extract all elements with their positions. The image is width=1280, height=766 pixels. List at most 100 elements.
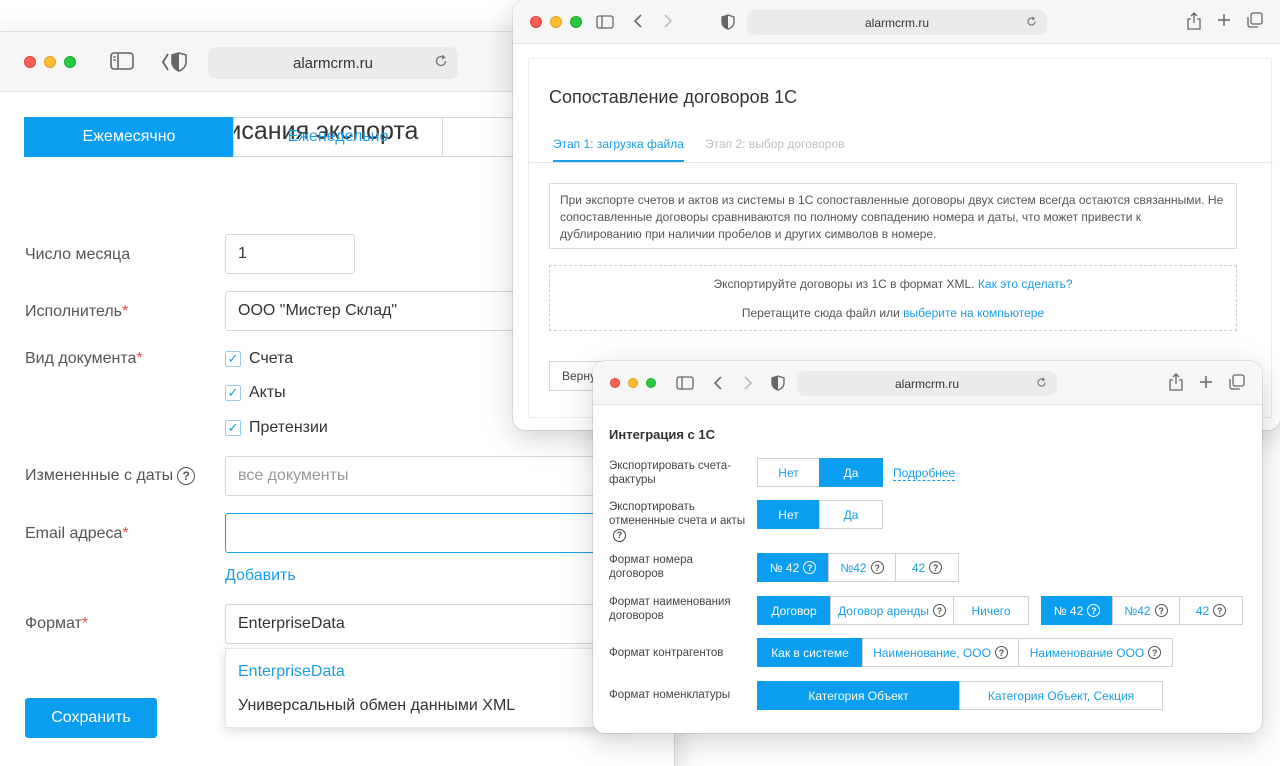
nomenclature-opt-category-object[interactable]: Категория Объект	[757, 681, 960, 710]
checkbox-checked-icon[interactable]: ✓	[225, 385, 241, 401]
help-icon[interactable]: ?	[994, 646, 1008, 659]
help-icon[interactable]: ?	[613, 528, 626, 542]
minimize-window-button[interactable]	[44, 55, 56, 68]
address-bar[interactable]: alarmcrm.ru	[208, 47, 458, 79]
help-icon[interactable]: ?	[177, 467, 196, 485]
forward-icon[interactable]	[743, 376, 753, 390]
help-icon[interactable]: ?	[1213, 604, 1227, 617]
reload-icon[interactable]	[1036, 377, 1047, 391]
tabs-overview-icon[interactable]	[1247, 12, 1263, 28]
panel-title: Сопоставление договоров 1С	[549, 87, 798, 107]
doc-type-label: Вид документа*	[25, 350, 143, 367]
share-icon[interactable]	[1187, 12, 1201, 30]
reload-icon[interactable]	[1026, 16, 1037, 30]
doc-type-invoices[interactable]: ✓ Счета	[225, 350, 293, 368]
invoices-yes[interactable]: Да	[819, 458, 883, 487]
share-icon[interactable]	[1169, 373, 1183, 391]
back-icon[interactable]	[633, 14, 643, 28]
tab-monthly[interactable]: Ежемесячно	[24, 117, 234, 157]
shield-icon[interactable]	[771, 375, 785, 391]
nomenclature-opt-category-object-section[interactable]: Категория Объект, Секция	[959, 681, 1163, 710]
info-box: При экспорте счетов и актов из системы в…	[549, 183, 1237, 249]
new-tab-icon[interactable]	[1217, 13, 1231, 27]
sidebar-icon[interactable]	[676, 376, 694, 390]
checkbox-checked-icon[interactable]: ✓	[225, 420, 241, 436]
close-window-button[interactable]	[610, 377, 620, 388]
email-label: Email адреса*	[25, 525, 129, 542]
required-mark: *	[122, 303, 129, 320]
email-input[interactable]	[225, 513, 645, 553]
help-icon[interactable]: ?	[803, 561, 817, 574]
drag-hint: Перетащите сюда файл или	[741, 306, 900, 320]
invoices-no[interactable]: Нет	[757, 458, 820, 487]
sidebar-icon[interactable]	[110, 52, 134, 70]
help-icon[interactable]: ?	[870, 561, 884, 574]
close-window-button[interactable]	[530, 15, 542, 28]
contract-name-number-options: № 42? №42? 42?	[1041, 596, 1243, 625]
export-hint: Экспортируйте договоры из 1С в формат XM…	[713, 277, 975, 291]
format-option-universal-xml[interactable]: Универсальный обмен данными XML	[226, 689, 624, 723]
help-icon[interactable]: ?	[1154, 604, 1168, 617]
sidebar-icon[interactable]	[596, 15, 614, 29]
minimize-window-button[interactable]	[550, 15, 562, 28]
help-icon[interactable]: ?	[1148, 646, 1162, 659]
url-text: alarmcrm.ru	[292, 54, 373, 72]
contract-number-opt-2[interactable]: №42?	[828, 553, 896, 582]
format-option-enterprisedata[interactable]: EnterpriseData	[226, 655, 624, 689]
shield-icon[interactable]	[721, 14, 735, 30]
forward-icon[interactable]	[663, 14, 673, 28]
zoom-window-button[interactable]	[646, 377, 656, 388]
contract-name-number-opt-2[interactable]: №42?	[1112, 596, 1180, 625]
tabs-overview-icon[interactable]	[1229, 374, 1245, 390]
minimize-window-button[interactable]	[628, 377, 638, 388]
counterparty-opt-name-comma[interactable]: Наименование, ООО?	[862, 638, 1019, 667]
url-text: alarmcrm.ru	[894, 376, 959, 391]
tab-step-1[interactable]: Этап 1: загрузка файла	[553, 137, 684, 162]
contract-name-opt-lease[interactable]: Договор аренды?	[830, 596, 954, 625]
back-icon[interactable]	[713, 376, 723, 390]
contract-name-opt-none[interactable]: Ничего	[953, 596, 1029, 625]
how-to-link[interactable]: Как это сделать?	[978, 277, 1073, 291]
tab-weekly[interactable]: Еженедельно	[233, 117, 443, 157]
counterparty-label: Формат контрагентов	[609, 647, 724, 659]
contract-number-opt-3[interactable]: 42?	[895, 553, 959, 582]
more-info-link[interactable]: Подробнее	[893, 466, 956, 481]
cancelled-label: Экспортировать отмененные счета и акты?	[609, 501, 746, 542]
counterparty-opt-name[interactable]: Наименование ООО?	[1018, 638, 1173, 667]
file-drop-zone[interactable]: Экспортируйте договоры из 1С в формат XM…	[549, 265, 1237, 331]
window-titlebar: alarmcrm.ru	[513, 0, 1280, 44]
cancelled-yes[interactable]: Да	[819, 500, 883, 529]
address-bar[interactable]: alarmcrm.ru	[797, 371, 1057, 396]
contract-number-opt-1[interactable]: № 42?	[757, 553, 829, 582]
day-input[interactable]: 1	[225, 234, 355, 274]
zoom-window-button[interactable]	[570, 15, 582, 28]
doc-type-claims[interactable]: ✓ Претензии	[225, 419, 328, 437]
reload-icon[interactable]	[434, 54, 448, 72]
doc-type-acts[interactable]: ✓ Акты	[225, 384, 286, 402]
help-icon[interactable]: ?	[929, 561, 943, 574]
contract-name-opt-contract[interactable]: Договор	[757, 596, 831, 625]
contract-name-number-opt-1[interactable]: № 42?	[1041, 596, 1113, 625]
help-icon[interactable]: ?	[1087, 604, 1101, 617]
shield-icon[interactable]	[162, 51, 188, 73]
changed-since-input[interactable]: все документы	[225, 456, 645, 496]
choose-file-link[interactable]: выберите на компьютере	[903, 306, 1044, 320]
close-window-button[interactable]	[24, 55, 36, 68]
format-dropdown: EnterpriseData Универсальный обмен данны…	[225, 648, 625, 728]
new-tab-icon[interactable]	[1199, 375, 1213, 389]
format-select[interactable]: EnterpriseData	[225, 604, 645, 644]
save-button[interactable]: Сохранить	[25, 698, 157, 738]
counterparty-opt-as-is[interactable]: Как в системе	[757, 638, 863, 667]
add-email-link[interactable]: Добавить	[225, 567, 296, 585]
help-icon[interactable]: ?	[932, 604, 946, 617]
zoom-window-button[interactable]	[64, 55, 76, 68]
tab-step-2[interactable]: Этап 2: выбор договоров	[705, 137, 845, 151]
cancelled-no[interactable]: Нет	[757, 500, 820, 529]
contract-name-number-opt-3[interactable]: 42?	[1179, 596, 1243, 625]
integration-title: Интеграция с 1С	[609, 427, 716, 442]
day-label: Число месяца	[25, 246, 131, 263]
checkbox-checked-icon[interactable]: ✓	[225, 351, 241, 367]
executor-label: Исполнитель*	[25, 303, 129, 320]
address-bar[interactable]: alarmcrm.ru	[747, 10, 1047, 35]
window-titlebar: alarmcrm.ru	[593, 361, 1262, 405]
